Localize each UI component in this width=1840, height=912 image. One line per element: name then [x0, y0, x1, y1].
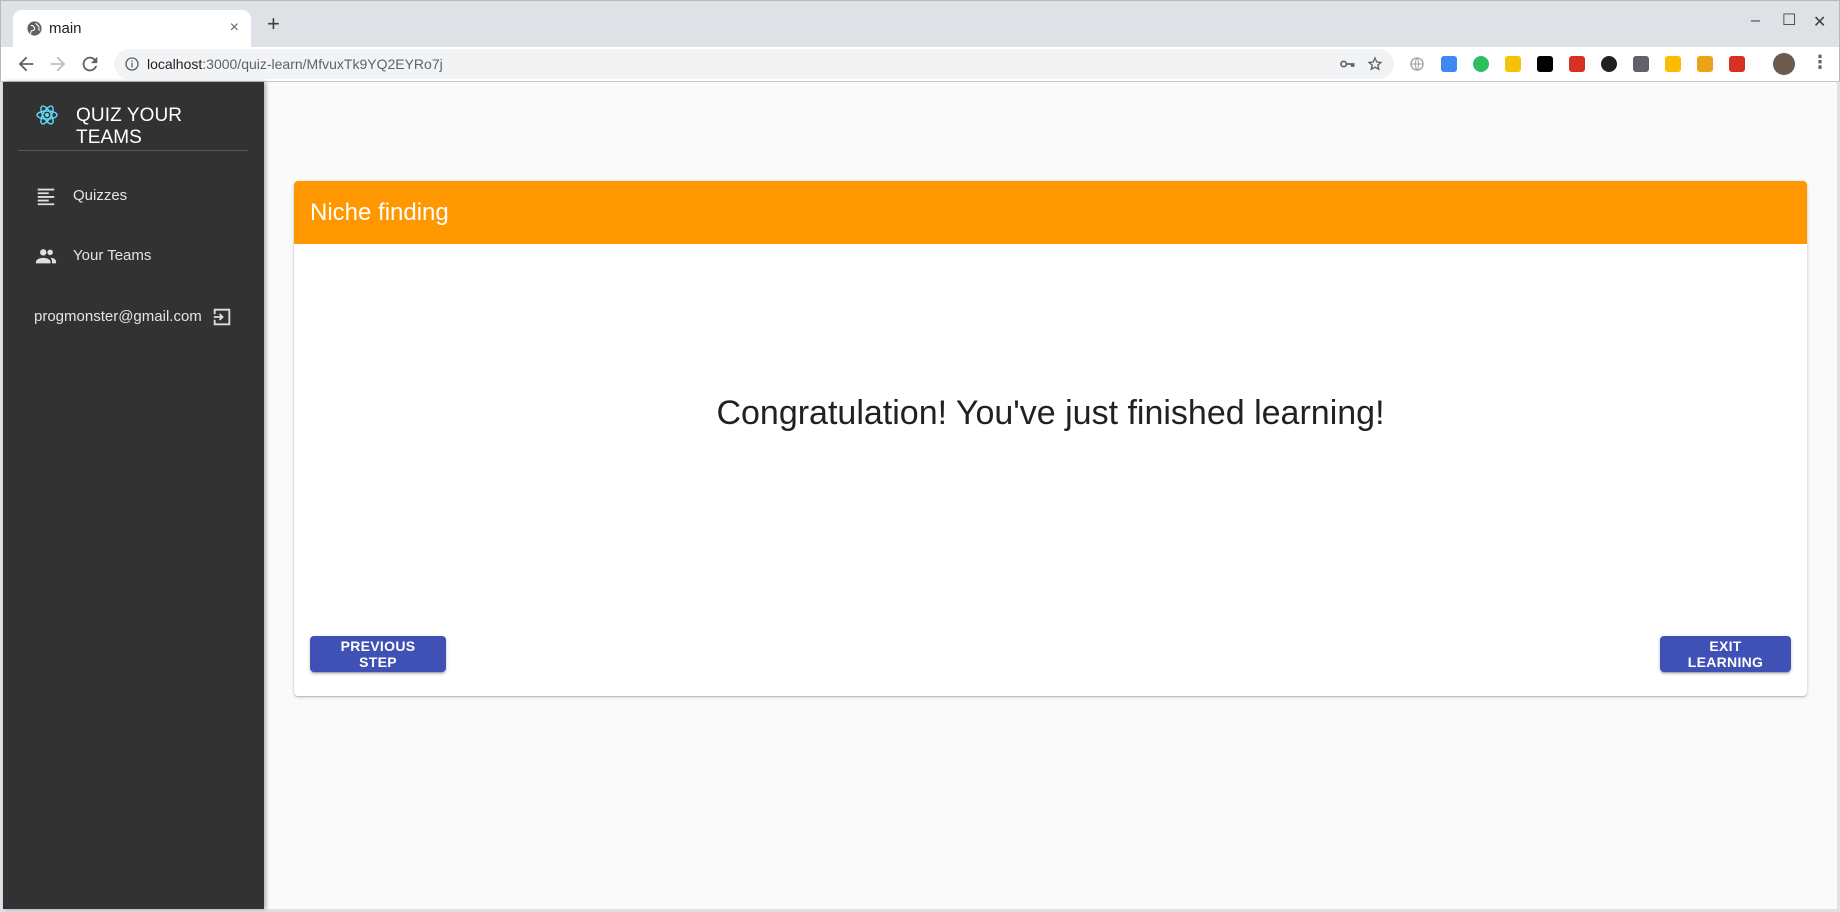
new-tab-icon[interactable]: + — [267, 13, 280, 35]
sidebar-item-label: Your Teams — [73, 247, 152, 264]
key-icon[interactable] — [1339, 56, 1355, 72]
browser-toolbar: localhost:3000/quiz-learn/MfvuxTk9YQ2EYR… — [0, 47, 1840, 81]
sidebar-item-your-teams[interactable]: Your Teams — [3, 234, 264, 278]
gnome-icon[interactable] — [1601, 56, 1617, 72]
react-logo-icon — [36, 105, 58, 125]
exit-learning-button[interactable]: EXIT LEARNING — [1660, 636, 1791, 672]
star-icon[interactable] — [1367, 56, 1383, 72]
pdf-extension-icon[interactable] — [1729, 56, 1745, 72]
puzzle-extension-icon[interactable] — [1569, 56, 1585, 72]
brand-title: QUIZ YOUR TEAMS — [76, 105, 183, 148]
browser-titlebar: main × + – ☐ ✕ — [0, 0, 1840, 48]
card-header: Niche finding — [294, 181, 1807, 244]
dv-extension-icon[interactable] — [1697, 56, 1713, 72]
window-close-icon[interactable]: ✕ — [1813, 12, 1826, 32]
list-icon — [37, 188, 55, 206]
profile-avatar[interactable] — [1773, 53, 1795, 75]
learning-card: Niche finding Congratulation! You've jus… — [294, 181, 1807, 696]
tab-close-icon[interactable]: × — [230, 19, 239, 37]
user-email: progmonster@gmail.com — [34, 308, 202, 325]
notes-extension-icon[interactable] — [1505, 56, 1521, 72]
brand[interactable]: QUIZ YOUR TEAMS — [18, 82, 248, 151]
google-translate-icon[interactable] — [1441, 56, 1457, 72]
page-viewport: QUIZ YOUR TEAMS Quizzes Your Teams progm… — [3, 82, 1837, 909]
address-bar[interactable]: localhost:3000/quiz-learn/MfvuxTk9YQ2EYR… — [114, 49, 1394, 79]
sidebar-item-label: Quizzes — [73, 187, 128, 204]
info-icon[interactable] — [124, 56, 140, 72]
minimize-icon[interactable]: – — [1751, 12, 1760, 30]
back-arrow-icon[interactable] — [15, 53, 37, 75]
previous-step-button[interactable]: PREVIOUS STEP — [310, 636, 446, 672]
tab-title: main — [49, 20, 82, 37]
jetbrains-icon[interactable] — [1537, 56, 1553, 72]
evernote-icon[interactable] — [1473, 56, 1489, 72]
w-extension-icon[interactable] — [1665, 56, 1681, 72]
card-title: Niche finding — [310, 199, 449, 226]
completion-message: Congratulation! You've just finished lea… — [716, 394, 1385, 432]
screen-extension-icon[interactable] — [1633, 56, 1649, 72]
browser-tab[interactable]: main × — [13, 10, 251, 48]
sidebar: QUIZ YOUR TEAMS Quizzes Your Teams progm… — [3, 82, 264, 909]
forward-arrow-icon[interactable] — [47, 53, 69, 75]
url-text[interactable]: localhost:3000/quiz-learn/MfvuxTk9YQ2EYR… — [147, 56, 443, 72]
translate-globe-icon[interactable] — [1409, 56, 1425, 72]
reload-icon[interactable] — [79, 53, 101, 75]
maximize-icon[interactable]: ☐ — [1782, 10, 1796, 30]
logout-icon[interactable] — [211, 306, 233, 328]
globe-icon — [27, 21, 42, 36]
sidebar-item-quizzes[interactable]: Quizzes — [3, 174, 264, 218]
browser-menu-icon[interactable]: ⋮ — [1811, 52, 1829, 73]
people-icon — [35, 249, 57, 264]
